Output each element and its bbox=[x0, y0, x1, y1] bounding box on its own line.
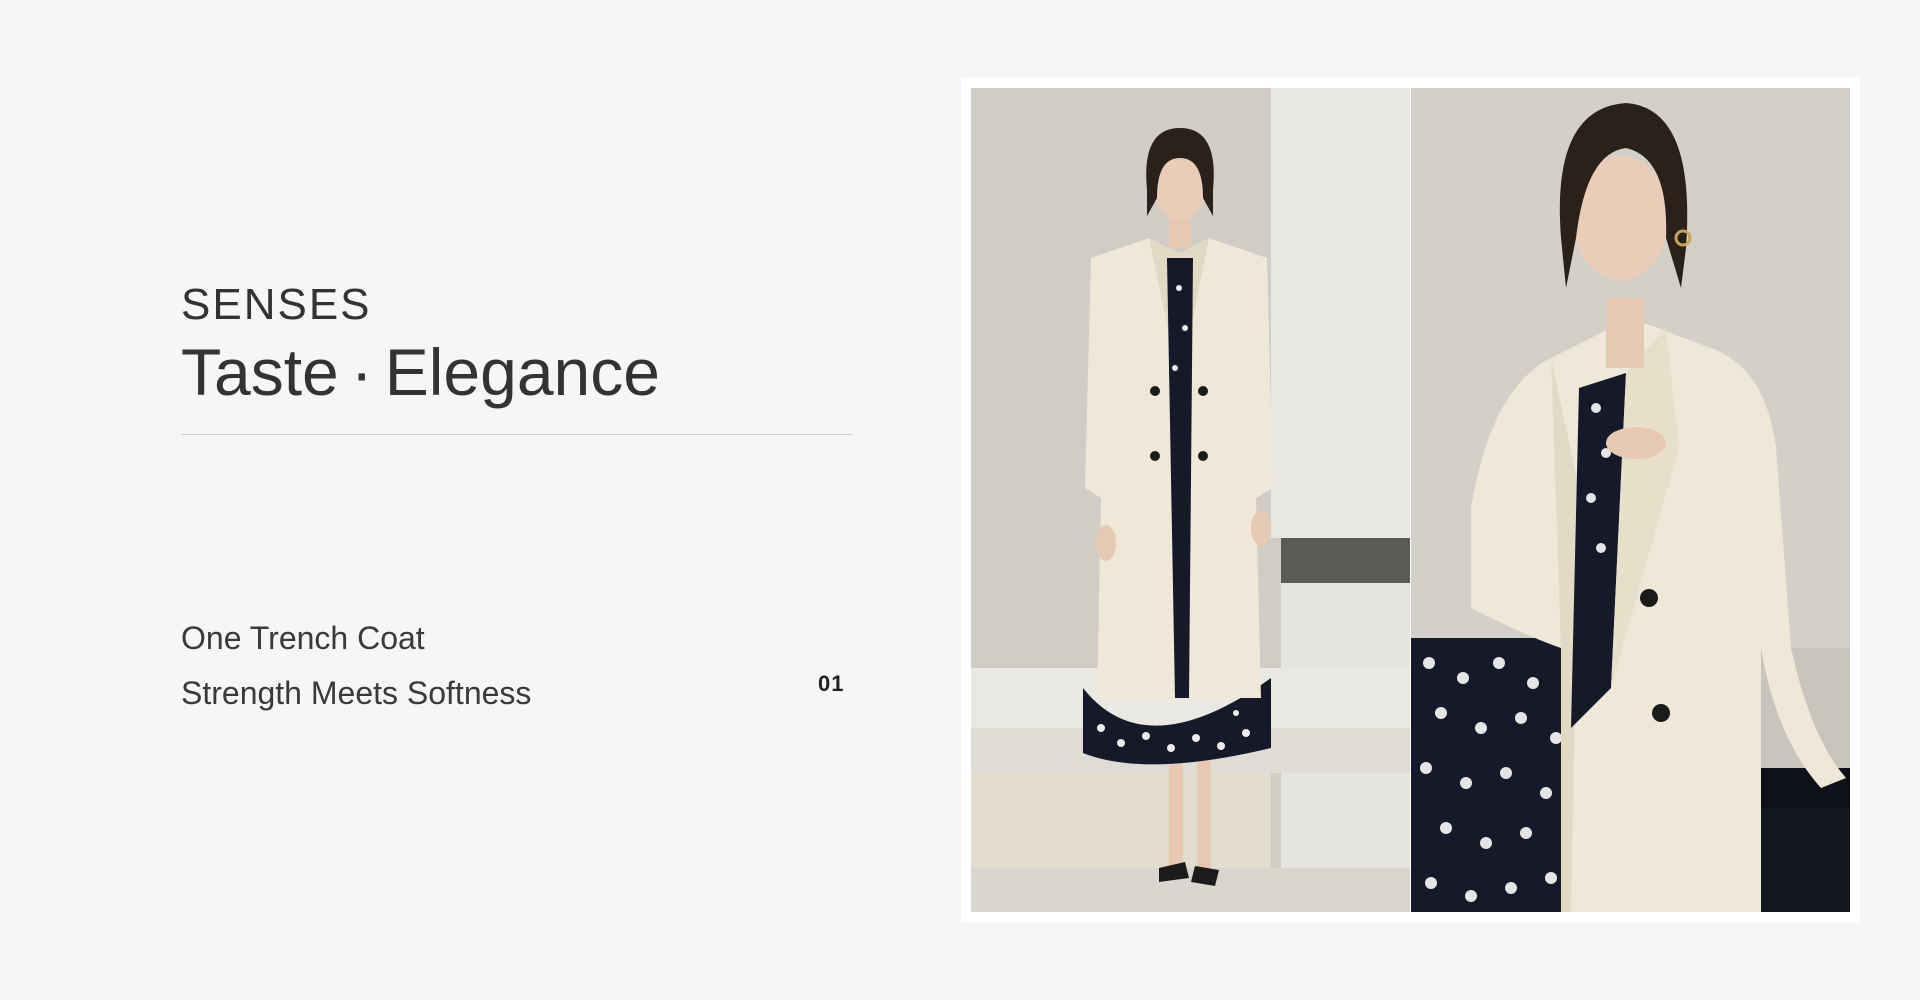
headline-left: Taste bbox=[181, 335, 339, 409]
brand-label: SENSES bbox=[181, 280, 372, 329]
photo-frame bbox=[961, 78, 1860, 922]
full-length-model-image bbox=[971, 88, 1410, 912]
page: SENSES Taste · Elegance One Trench Coat St… bbox=[0, 0, 1920, 1000]
tagline-line-1: One Trench Coat bbox=[181, 620, 425, 656]
divider bbox=[181, 434, 852, 435]
slide-index: 01 bbox=[818, 671, 845, 696]
full-length-model-photo[interactable] bbox=[971, 88, 1410, 912]
closeup-model-photo[interactable] bbox=[1411, 88, 1850, 912]
headline-separator: · bbox=[350, 335, 373, 409]
headline: Taste · Elegance bbox=[181, 334, 660, 410]
text-panel: SENSES Taste · Elegance One Trench Coat St… bbox=[181, 0, 852, 1000]
headline-right: Elegance bbox=[384, 335, 660, 409]
closeup-model-image bbox=[1411, 88, 1850, 912]
tagline-line-2: Strength Meets Softness bbox=[181, 675, 532, 711]
